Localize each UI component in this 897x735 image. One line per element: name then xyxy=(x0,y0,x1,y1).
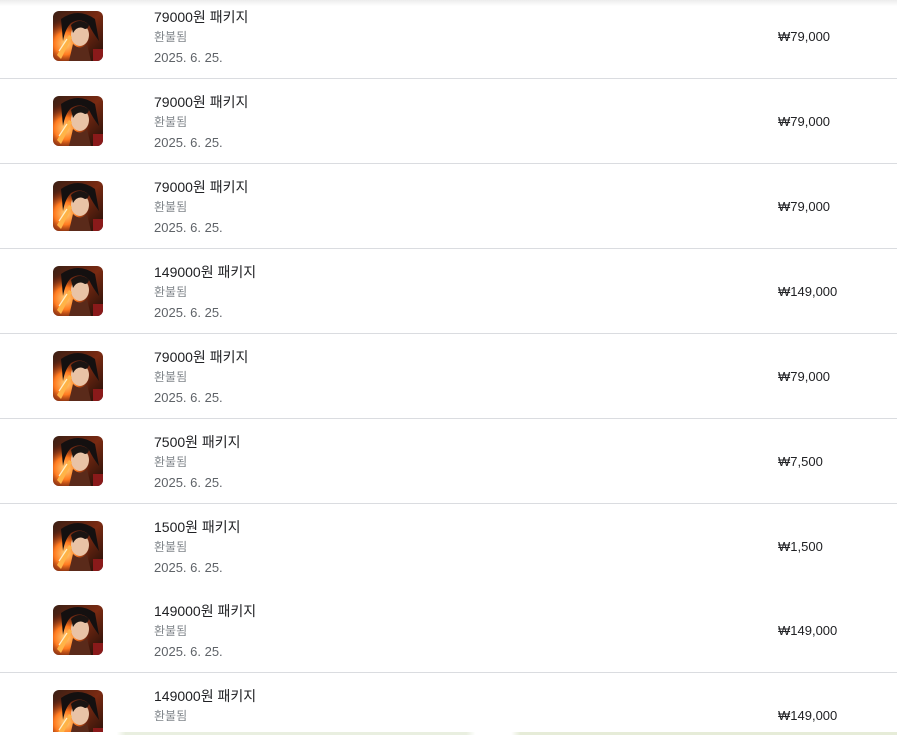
purchase-price: ₩149,000 xyxy=(778,708,838,723)
purchase-price: ₩79,000 xyxy=(778,369,831,384)
game-character-icon xyxy=(53,181,103,231)
purchase-date: 2025. 6. 25. xyxy=(154,644,223,659)
purchase-row[interactable]: 149000원 패키지 환불됨 2025. 6. 25. ₩149,000 xyxy=(0,249,897,334)
purchase-date: 2025. 6. 25. xyxy=(154,50,223,65)
purchase-title: 149000원 패키지 xyxy=(154,688,257,704)
purchase-date: 2025. 6. 25. xyxy=(154,475,223,490)
purchase-date: 2025. 6. 25. xyxy=(154,135,223,150)
purchase-status: 환불됨 xyxy=(154,455,188,469)
purchase-status: 환불됨 xyxy=(154,709,188,723)
purchase-price: ₩1,500 xyxy=(778,539,823,554)
purchase-title: 7500원 패키지 xyxy=(154,434,241,450)
game-character-icon xyxy=(53,266,103,316)
game-character-icon xyxy=(53,351,103,401)
game-character-icon xyxy=(53,96,103,146)
purchase-info: 149000원 패키지 환불됨 2025. 6. 25. xyxy=(154,264,256,321)
purchase-info: 149000원 패키지 환불됨 xyxy=(154,688,256,729)
purchase-status: 환불됨 xyxy=(154,30,188,44)
purchase-title: 79000원 패키지 xyxy=(154,94,249,110)
purchase-row[interactable]: 79000원 패키지 환불됨 2025. 6. 25. ₩79,000 xyxy=(0,334,897,419)
purchase-title: 1500원 패키지 xyxy=(154,519,241,535)
purchase-price: ₩79,000 xyxy=(778,114,831,129)
game-character-icon xyxy=(53,436,103,486)
purchase-title: 79000원 패키지 xyxy=(154,349,249,365)
purchase-price: ₩149,000 xyxy=(778,284,838,299)
purchase-title: 149000원 패키지 xyxy=(154,264,257,280)
purchase-title: 79000원 패키지 xyxy=(154,9,249,25)
purchase-row[interactable]: 7500원 패키지 환불됨 2025. 6. 25. ₩7,500 xyxy=(0,419,897,504)
purchase-row[interactable]: 149000원 패키지 환불됨 ₩149,000 xyxy=(0,673,897,735)
purchase-price: ₩7,500 xyxy=(778,454,823,469)
purchase-date: 2025. 6. 25. xyxy=(154,305,223,320)
purchase-date: 2025. 6. 25. xyxy=(154,390,223,405)
purchase-row[interactable]: 149000원 패키지 환불됨 2025. 6. 25. ₩149,000 xyxy=(0,588,897,673)
purchase-row[interactable]: 1500원 패키지 환불됨 2025. 6. 25. ₩1,500 xyxy=(0,504,897,588)
purchase-info: 1500원 패키지 환불됨 2025. 6. 25. xyxy=(154,519,241,576)
purchase-list: 79000원 패키지 환불됨 2025. 6. 25. ₩79,000 7900… xyxy=(0,0,897,735)
purchase-status: 환불됨 xyxy=(154,285,188,299)
purchase-status: 환불됨 xyxy=(154,115,188,129)
game-character-icon xyxy=(53,690,103,735)
purchase-price: ₩149,000 xyxy=(778,623,838,638)
purchase-info: 7500원 패키지 환불됨 2025. 6. 25. xyxy=(154,434,241,491)
purchase-title: 79000원 패키지 xyxy=(154,179,249,195)
purchase-info: 149000원 패키지 환불됨 2025. 6. 25. xyxy=(154,603,256,660)
purchase-price: ₩79,000 xyxy=(778,29,831,44)
purchase-date: 2025. 6. 25. xyxy=(154,220,223,235)
purchase-info: 79000원 패키지 환불됨 2025. 6. 25. xyxy=(154,179,248,236)
purchase-row[interactable]: 79000원 패키지 환불됨 2025. 6. 25. ₩79,000 xyxy=(0,79,897,164)
game-character-icon xyxy=(53,605,103,655)
purchase-info: 79000원 패키지 환불됨 2025. 6. 25. xyxy=(154,9,248,66)
purchase-row[interactable]: 79000원 패키지 환불됨 2025. 6. 25. ₩79,000 xyxy=(0,164,897,249)
purchase-history-page: 79000원 패키지 환불됨 2025. 6. 25. ₩79,000 7900… xyxy=(0,0,897,735)
game-character-icon xyxy=(53,521,103,571)
purchase-status: 환불됨 xyxy=(154,624,188,638)
purchase-status: 환불됨 xyxy=(154,370,188,384)
purchase-price: ₩79,000 xyxy=(778,199,831,214)
game-character-icon xyxy=(53,11,103,61)
purchase-title: 149000원 패키지 xyxy=(154,603,257,619)
purchase-row[interactable]: 79000원 패키지 환불됨 2025. 6. 25. ₩79,000 xyxy=(0,0,897,79)
purchase-status: 환불됨 xyxy=(154,200,188,214)
top-scroll-shadow xyxy=(0,0,897,6)
purchase-info: 79000원 패키지 환불됨 2025. 6. 25. xyxy=(154,349,248,406)
purchase-status: 환불됨 xyxy=(154,540,188,554)
purchase-info: 79000원 패키지 환불됨 2025. 6. 25. xyxy=(154,94,248,151)
purchase-date: 2025. 6. 25. xyxy=(154,560,223,575)
